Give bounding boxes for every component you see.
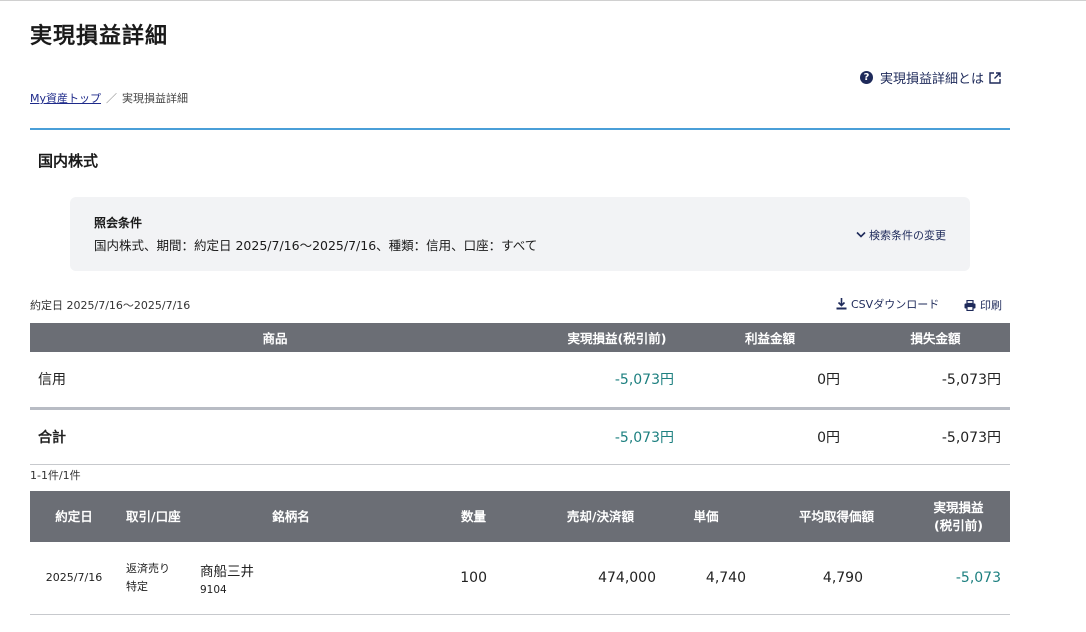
product-cell: 信用	[30, 352, 520, 410]
header-stock-name: 銘柄名	[196, 491, 386, 542]
trade-date-cell: 2025/7/16	[30, 542, 118, 615]
table-row: 信用 -5,073円 0円 -5,073円	[30, 352, 1010, 410]
chevron-down-icon	[856, 231, 866, 238]
external-link-icon	[989, 71, 1001, 84]
header-pl-line1: 実現損益	[933, 499, 984, 515]
settlement-amount-cell: 474,000	[516, 542, 656, 615]
header-settlement-amount: 売却/決済額	[516, 491, 656, 542]
header-product: 商品	[30, 323, 520, 352]
question-icon: ?	[860, 71, 873, 84]
stock-code: 9104	[200, 583, 227, 596]
page-title: 実現損益詳細	[30, 24, 169, 49]
header-realized-pl-pretax: 実現損益 (税引前)	[892, 491, 1010, 542]
table-row: 2025/7/16 返済売り 特定 商船三井 9104 100 474,000 …	[30, 542, 1010, 615]
breadcrumb-current: 実現損益詳細	[122, 92, 189, 105]
average-cost-cell: 4,790	[746, 542, 892, 615]
total-label: 合計	[30, 408, 520, 465]
total-row: 合計 -5,073円 0円 -5,073円	[30, 408, 1010, 465]
breadcrumb-separator: ／	[106, 92, 118, 105]
download-icon	[836, 298, 847, 310]
trade-type: 返済売り	[126, 561, 170, 575]
change-conditions-label: 検索条件の変更	[869, 229, 946, 242]
header-average-cost: 平均取得価額	[746, 491, 892, 542]
csv-download-label: CSVダウンロード	[851, 298, 940, 311]
header-realized-pl: 実現損益(税引前)	[520, 323, 680, 352]
summary-table: 商品 実現損益(税引前) 利益金額 損失金額 信用 -5,073円 0円 -5,…	[30, 323, 1010, 465]
section-title: 国内株式	[38, 152, 99, 170]
conditions-text: 国内株式、期間：約定日 2025/7/16〜2025/7/16、種類：信用、口座…	[94, 238, 538, 253]
header-unit-price: 単価	[656, 491, 746, 542]
breadcrumb: My資産トップ ／ 実現損益詳細	[30, 90, 188, 106]
unit-price-cell: 4,740	[656, 542, 746, 615]
detail-table: 約定日 取引/口座 銘柄名 数量 売却/決済額 単価 平均取得価額 実現損益 (…	[30, 491, 1010, 615]
stock-name[interactable]: 商船三井	[200, 560, 386, 580]
section-divider	[30, 128, 1010, 130]
csv-download-button[interactable]: CSVダウンロード	[836, 296, 939, 312]
printer-icon	[964, 299, 976, 311]
breadcrumb-home-link[interactable]: My資産トップ	[30, 90, 101, 106]
header-trade-account: 取引/口座	[118, 491, 196, 542]
period-label: 約定日 2025/7/16〜2025/7/16	[30, 299, 191, 312]
conditions-title: 照会条件	[94, 216, 143, 230]
result-count: 1-1件/1件	[30, 469, 81, 482]
change-conditions-button[interactable]: 検索条件の変更	[856, 227, 946, 243]
detail-header-row: 約定日 取引/口座 銘柄名 数量 売却/決済額 単価 平均取得価額 実現損益 (…	[30, 491, 1010, 542]
stock-name-cell: 商船三井 9104	[196, 542, 386, 615]
total-profit: 0円	[680, 408, 850, 465]
header-pl-line2: (税引前)	[934, 517, 983, 533]
quantity-cell: 100	[386, 542, 516, 615]
header-loss: 損失金額	[850, 323, 1010, 352]
header-trade-date: 約定日	[30, 491, 118, 542]
realized-pl-pretax-cell: -5,073	[892, 542, 1010, 615]
realized-pl-cell: -5,073円	[520, 352, 680, 410]
print-label: 印刷	[980, 299, 1002, 312]
print-button[interactable]: 印刷	[964, 297, 1002, 313]
help-link[interactable]: ? 実現損益詳細とは	[860, 68, 1001, 87]
help-link-label: 実現損益詳細とは	[880, 72, 985, 87]
loss-cell: -5,073円	[850, 352, 1010, 410]
total-realized-pl: -5,073円	[520, 408, 680, 465]
profit-cell: 0円	[680, 352, 850, 410]
account-type: 特定	[126, 579, 148, 593]
top-border	[0, 0, 1086, 1]
query-conditions-box: 照会条件 国内株式、期間：約定日 2025/7/16〜2025/7/16、種類：…	[70, 197, 970, 271]
header-profit: 利益金額	[680, 323, 850, 352]
header-quantity: 数量	[386, 491, 516, 542]
total-loss: -5,073円	[850, 408, 1010, 465]
trade-account-cell: 返済売り 特定	[118, 542, 196, 615]
summary-header-row: 商品 実現損益(税引前) 利益金額 損失金額	[30, 323, 1010, 352]
